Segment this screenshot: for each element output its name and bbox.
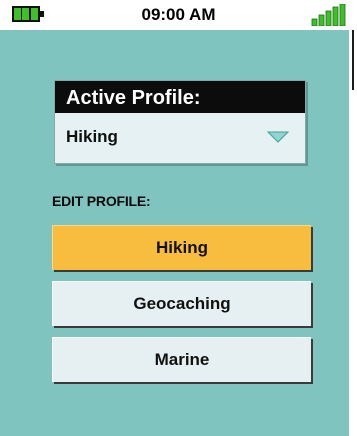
- clock: 09:00 AM: [141, 5, 216, 24]
- active-profile-header: Active Profile:: [55, 81, 305, 113]
- chevron-down-icon: [267, 131, 289, 143]
- active-profile-panel: Active Profile: Hiking: [54, 80, 306, 164]
- edit-profile-marine-button[interactable]: Marine: [52, 337, 311, 382]
- edit-profile-hiking-button[interactable]: Hiking: [52, 225, 311, 270]
- edit-profile-geocaching-button[interactable]: Geocaching: [52, 281, 311, 326]
- edit-profile-label: EDIT PROFILE:: [52, 193, 151, 209]
- active-profile-value: Hiking: [66, 127, 118, 146]
- bezel-edge: [352, 30, 354, 90]
- active-profile-dropdown[interactable]: Hiking: [55, 113, 305, 163]
- signal-strength-icon: [311, 4, 346, 26]
- status-bar: 09:00 AM: [0, 0, 357, 30]
- device-bezel: [349, 30, 357, 436]
- main-screen: Active Profile: Hiking EDIT PROFILE: Hik…: [0, 30, 349, 436]
